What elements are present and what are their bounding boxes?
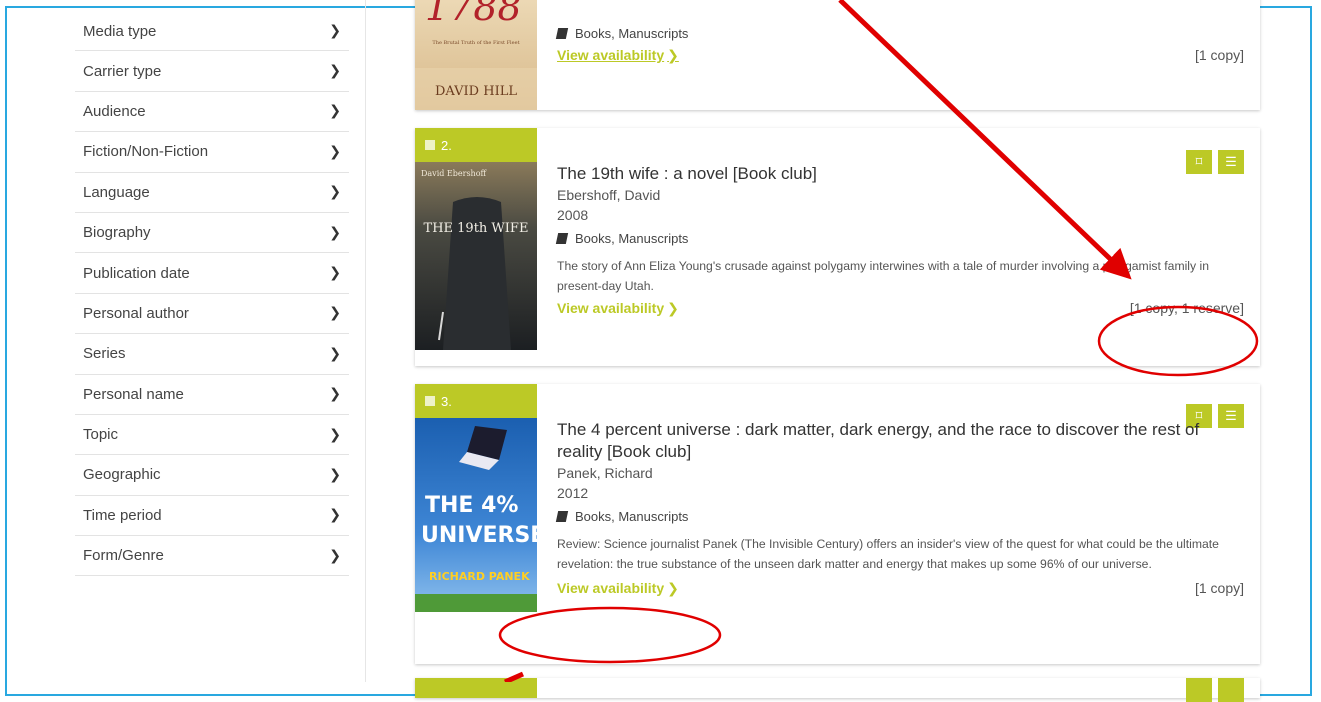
facet-publication-date[interactable]: Publication date ❯ [75,253,349,294]
result-number-tab[interactable] [415,678,537,698]
facet-personal-author[interactable]: Personal author ❯ [75,294,349,335]
chevron-right-icon: ❯ [667,301,679,317]
format-label: Books, Manuscripts [575,509,689,524]
result-body-3: The 4 percent universe : dark matter, da… [555,419,1244,598]
facet-label: Publication date [83,264,190,282]
cover-title: UNIVERSE [421,523,537,548]
facet-label: Language [83,183,150,201]
copies-count: [1 copy, 1 reserve] [1129,300,1244,316]
chevron-right-icon: ❯ [329,63,341,80]
facet-biography[interactable]: Biography ❯ [75,213,349,254]
copies-count: [1 copy] [1194,47,1244,63]
cover-author: RICHARD PANEK [429,570,530,583]
chevron-right-icon: ❯ [667,48,679,64]
select-checkbox[interactable] [425,140,435,150]
chevron-right-icon: ❯ [667,581,679,597]
select-checkbox[interactable] [425,396,435,406]
book-cover-4-percent-universe[interactable]: THE 4% UNIVERSE RICHARD PANEK [415,418,537,612]
chevron-right-icon: ❯ [329,23,341,40]
result-number: 3. [441,393,452,409]
format-line: Books, Manuscripts [555,231,1244,246]
result-body-2: The 19th wife : a novel [Book club] Eber… [555,163,1244,318]
result-card-3: 3. THE 4% UNIVERSE RICHARD PANEK ⌑ ☰ The… [415,384,1260,664]
cover-title: THE 4% [425,493,518,518]
facet-form-genre[interactable]: Form/Genre ❯ [75,536,349,577]
facet-label: Personal name [83,385,184,403]
chevron-right-icon: ❯ [329,143,341,160]
facet-label: Topic [83,426,119,444]
result-year: 2008 [557,207,589,223]
view-availability-link[interactable]: View availability ❯ [557,580,679,597]
cover-title: 1788 [425,0,522,29]
chevron-right-icon: ❯ [329,265,341,282]
book-cover-19th-wife[interactable]: David Ebershoff THE 19th WIFE [415,162,537,350]
cover-subtitle: The Brutal Truth of the First Fleet [432,40,519,46]
facet-label: Series [83,345,126,363]
result-body-1: Books, Manuscripts View availability ❯ [1… [555,26,1244,65]
facet-label: Form/Genre [83,547,164,565]
column-divider [365,0,366,682]
chevron-right-icon: ❯ [329,305,341,322]
book-icon [555,511,569,522]
chevron-right-icon: ❯ [329,184,341,201]
book-icon [555,28,569,39]
result-number: 2. [441,137,452,153]
result-year: 2012 [557,485,589,501]
chevron-right-icon: ❯ [329,426,341,443]
facet-language[interactable]: Language ❯ [75,173,349,213]
facet-carrier-type[interactable]: Carrier type ❯ [75,51,349,92]
chevron-right-icon: ❯ [329,345,341,362]
facet-personal-name[interactable]: Personal name ❯ [75,375,349,415]
facet-label: Personal author [83,304,189,322]
result-number-tab[interactable]: 3. [415,384,537,418]
facet-label: Biography [83,224,151,242]
view-availability-link[interactable]: View availability ❯ [557,47,679,64]
copies-count: [1 copy] [1194,580,1244,596]
facet-media-type[interactable]: Media type ❯ [75,12,349,52]
facet-series[interactable]: Series ❯ [75,334,349,375]
cover-author: DAVID HILL [435,84,517,99]
result-title[interactable]: The 19th wife : a novel [Book club] [557,163,1244,185]
chevron-right-icon: ❯ [329,103,341,120]
format-label: Books, Manuscripts [575,231,689,246]
facet-label: Media type [83,22,157,40]
facet-label: Geographic [83,466,161,484]
result-card-2: 2. David Ebershoff THE 19th WIFE ⌑ ☰ The… [415,128,1260,366]
result-description: Review: Science journalist Panek (The In… [557,537,1219,571]
cover-title: THE 19th WIFE [424,221,529,236]
result-card-1: 1788 The Brutal Truth of the First Fleet… [415,0,1260,110]
book-cover-1788[interactable]: 1788 The Brutal Truth of the First Fleet… [415,0,537,110]
result-number-tab[interactable]: 2. [415,128,537,162]
book-icon [555,233,569,244]
facet-label: Audience [83,102,146,120]
facet-label: Fiction/Non-Fiction [83,143,209,161]
facet-time-period[interactable]: Time period ❯ [75,496,349,537]
chevron-right-icon: ❯ [329,224,341,241]
facet-sidebar: Media type ❯ Carrier type ❯ Audience ❯ Fict… [75,12,349,577]
result-description: The story of Ann Eliza Young's crusade a… [557,259,1209,293]
cover-author: David Ebershoff [421,169,488,178]
format-line: Books, Manuscripts [555,509,1244,524]
format-label: Books, Manuscripts [575,26,689,41]
chevron-right-icon: ❯ [329,386,341,403]
facet-audience[interactable]: Audience ❯ [75,92,349,133]
result-author[interactable]: Panek, Richard [557,463,1244,483]
facet-topic[interactable]: Topic ❯ [75,415,349,456]
result-author[interactable]: Ebershoff, David [557,185,1244,205]
facet-geographic[interactable]: Geographic ❯ [75,455,349,496]
view-availability-link[interactable]: View availability ❯ [557,300,679,317]
facet-label: Time period [83,506,162,524]
facet-label: Carrier type [83,62,162,80]
facet-fiction-nonfiction[interactable]: Fiction/Non-Fiction ❯ [75,132,349,173]
result-title[interactable]: The 4 percent universe : dark matter, da… [557,419,1244,463]
chevron-right-icon: ❯ [329,466,341,483]
result-card-4 [415,678,1260,702]
chevron-right-icon: ❯ [329,547,341,564]
chevron-right-icon: ❯ [329,507,341,524]
format-line: Books, Manuscripts [555,26,1244,41]
